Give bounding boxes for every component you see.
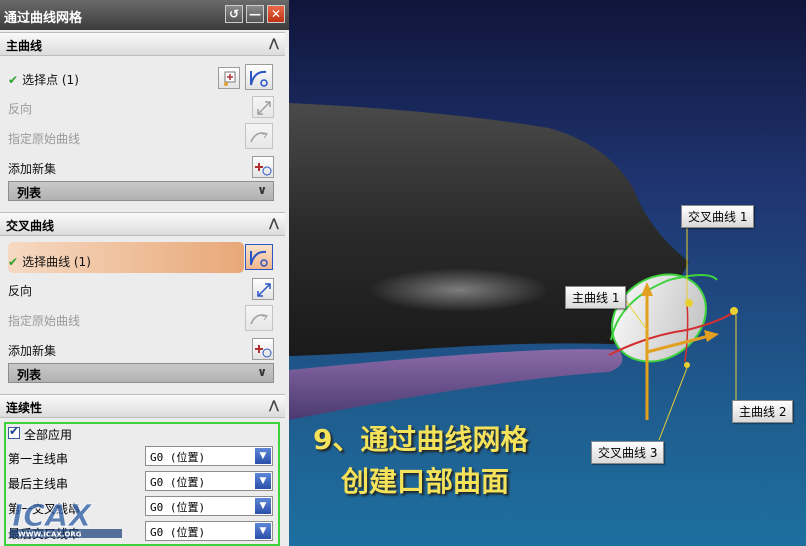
select-value: G0 (位置): [150, 476, 206, 489]
callout-leader: [658, 367, 688, 441]
original-curve-icon: [250, 314, 268, 325]
list-label: 列表: [17, 368, 42, 382]
checkmark-icon: ✔: [8, 255, 19, 269]
add-new-set-label: 添加新集: [8, 162, 57, 176]
select-value: G0 (位置): [150, 526, 206, 539]
dialog-titlebar: 通过曲线网格 ↺ — ✕: [0, 0, 289, 30]
section-header-primary-curves[interactable]: 主曲线 ⋀: [0, 32, 285, 56]
collapse-chevron-icon[interactable]: ⋀: [269, 36, 279, 50]
through-curve-mesh-dialog: 通过曲线网格 ↺ — ✕ 主曲线 ⋀ ✔ 选择点 (1) 反向 指定原始曲线 添加…: [0, 0, 289, 546]
apply-all-label: 全部应用: [24, 428, 73, 442]
control-point[interactable]: [685, 299, 693, 307]
collapse-chevron-icon[interactable]: ⋀: [269, 398, 279, 412]
close-button[interactable]: ✕: [267, 5, 285, 23]
point-select-button[interactable]: [245, 64, 273, 90]
select-curves-row[interactable]: ✔ 选择曲线 (1): [8, 249, 278, 271]
add-new-set-label: 添加新集: [8, 344, 57, 358]
section-header-cross-curves[interactable]: 交叉曲线 ⋀: [0, 212, 285, 236]
last-primary-select[interactable]: G0 (位置) ▼: [145, 471, 273, 491]
model-belly: [289, 349, 623, 420]
original-curve-icon: [250, 132, 268, 143]
checkmark-icon: ✔: [8, 73, 19, 87]
add-set-icon: [255, 163, 272, 176]
callout-cross-curve-3[interactable]: 交叉曲线 3: [591, 441, 665, 464]
model-highlight: [369, 268, 549, 312]
callout-primary-curve-2[interactable]: 主曲线 2: [732, 400, 794, 423]
collapse-chevron-icon[interactable]: ⋀: [269, 216, 279, 230]
reset-button[interactable]: ↺: [225, 5, 243, 23]
select-points-label: 选择点 (1): [22, 73, 79, 87]
callout-primary-curve-1[interactable]: 主曲线 1: [565, 286, 627, 309]
specify-original-curve-row-cross: 指定原始曲线: [8, 308, 278, 330]
icax-logo: ICAX WWW.ICAX.ORG: [10, 499, 122, 539]
list-label: 列表: [17, 186, 42, 200]
section-title: 主曲线: [6, 39, 43, 53]
reverse-arrow-icon: [257, 101, 271, 115]
dialog-title: 通过曲线网格: [4, 11, 83, 26]
section-title: 交叉曲线: [6, 219, 55, 233]
callout-cross-curve-1[interactable]: 交叉曲线 1: [681, 205, 755, 228]
select-curves-label: 选择曲线 (1): [22, 255, 91, 269]
add-set-icon: [255, 345, 272, 358]
original-curve-button-cross[interactable]: [245, 305, 273, 331]
add-new-set-row-cross: 添加新集: [8, 338, 278, 360]
expand-chevron-icon: ∨: [257, 365, 267, 379]
minimize-button[interactable]: —: [246, 5, 264, 23]
point-constructor-icon: [224, 71, 236, 86]
list-toggle-primary[interactable]: 列表 ∨: [8, 181, 274, 201]
dropdown-arrow-icon[interactable]: ▼: [255, 448, 271, 464]
control-point[interactable]: [730, 307, 738, 315]
reverse-label: 反向: [8, 102, 33, 116]
dropdown-arrow-icon[interactable]: ▼: [255, 473, 271, 489]
reverse-arrow-icon: [257, 283, 271, 297]
graphics-viewport[interactable]: 交叉曲线 1 主曲线 1 主曲线 2 交叉曲线 3 9、通过曲线网格 创建口部曲…: [289, 0, 806, 546]
add-new-set-row-primary: 添加新集: [8, 156, 278, 178]
add-new-set-button-cross[interactable]: [252, 338, 274, 360]
reverse-row-cross: 反向: [8, 278, 278, 300]
point-dialog-button[interactable]: [218, 67, 240, 89]
reverse-direction-button-primary[interactable]: [252, 96, 274, 118]
add-new-set-button-primary[interactable]: [252, 156, 274, 178]
dropdown-arrow-icon[interactable]: ▼: [255, 498, 271, 514]
curve-select-icon: [250, 250, 268, 267]
section-title: 连续性: [6, 401, 43, 415]
dropdown-arrow-icon[interactable]: ▼: [255, 523, 271, 539]
select-value: G0 (位置): [150, 451, 206, 464]
reverse-row-primary: 反向: [8, 96, 278, 118]
reverse-direction-button-cross[interactable]: [252, 278, 274, 300]
specify-original-curve-label: 指定原始曲线: [8, 314, 81, 328]
expand-chevron-icon: ∨: [257, 183, 267, 197]
select-value: G0 (位置): [150, 501, 206, 514]
last-primary-label: 最后主线串: [8, 477, 69, 491]
specify-original-curve-label: 指定原始曲线: [8, 132, 81, 146]
curve-select-button[interactable]: [245, 244, 273, 270]
first-primary-select[interactable]: G0 (位置) ▼: [145, 446, 273, 466]
first-primary-label: 第一主线串: [8, 452, 69, 466]
x-axis-arrow-head: [704, 330, 719, 342]
section-header-continuity[interactable]: 连续性 ⋀: [0, 394, 285, 418]
specify-original-curve-row-primary: 指定原始曲线: [8, 126, 278, 148]
checkmark-icon: ✔: [9, 424, 20, 438]
first-cross-select[interactable]: G0 (位置) ▼: [145, 496, 273, 516]
list-toggle-cross[interactable]: 列表 ∨: [8, 363, 274, 383]
curve-point-icon: [250, 70, 268, 87]
tutorial-caption-line1: 9、通过曲线网格: [313, 423, 529, 456]
svg-text:ICAX: ICAX: [12, 499, 93, 534]
last-cross-select[interactable]: G0 (位置) ▼: [145, 521, 273, 541]
reverse-label: 反向: [8, 284, 33, 298]
control-point[interactable]: [684, 362, 690, 368]
original-curve-button-primary[interactable]: [245, 123, 273, 149]
tutorial-caption-line2: 创建口部曲面: [341, 465, 510, 498]
svg-text:WWW.ICAX.ORG: WWW.ICAX.ORG: [18, 531, 82, 539]
